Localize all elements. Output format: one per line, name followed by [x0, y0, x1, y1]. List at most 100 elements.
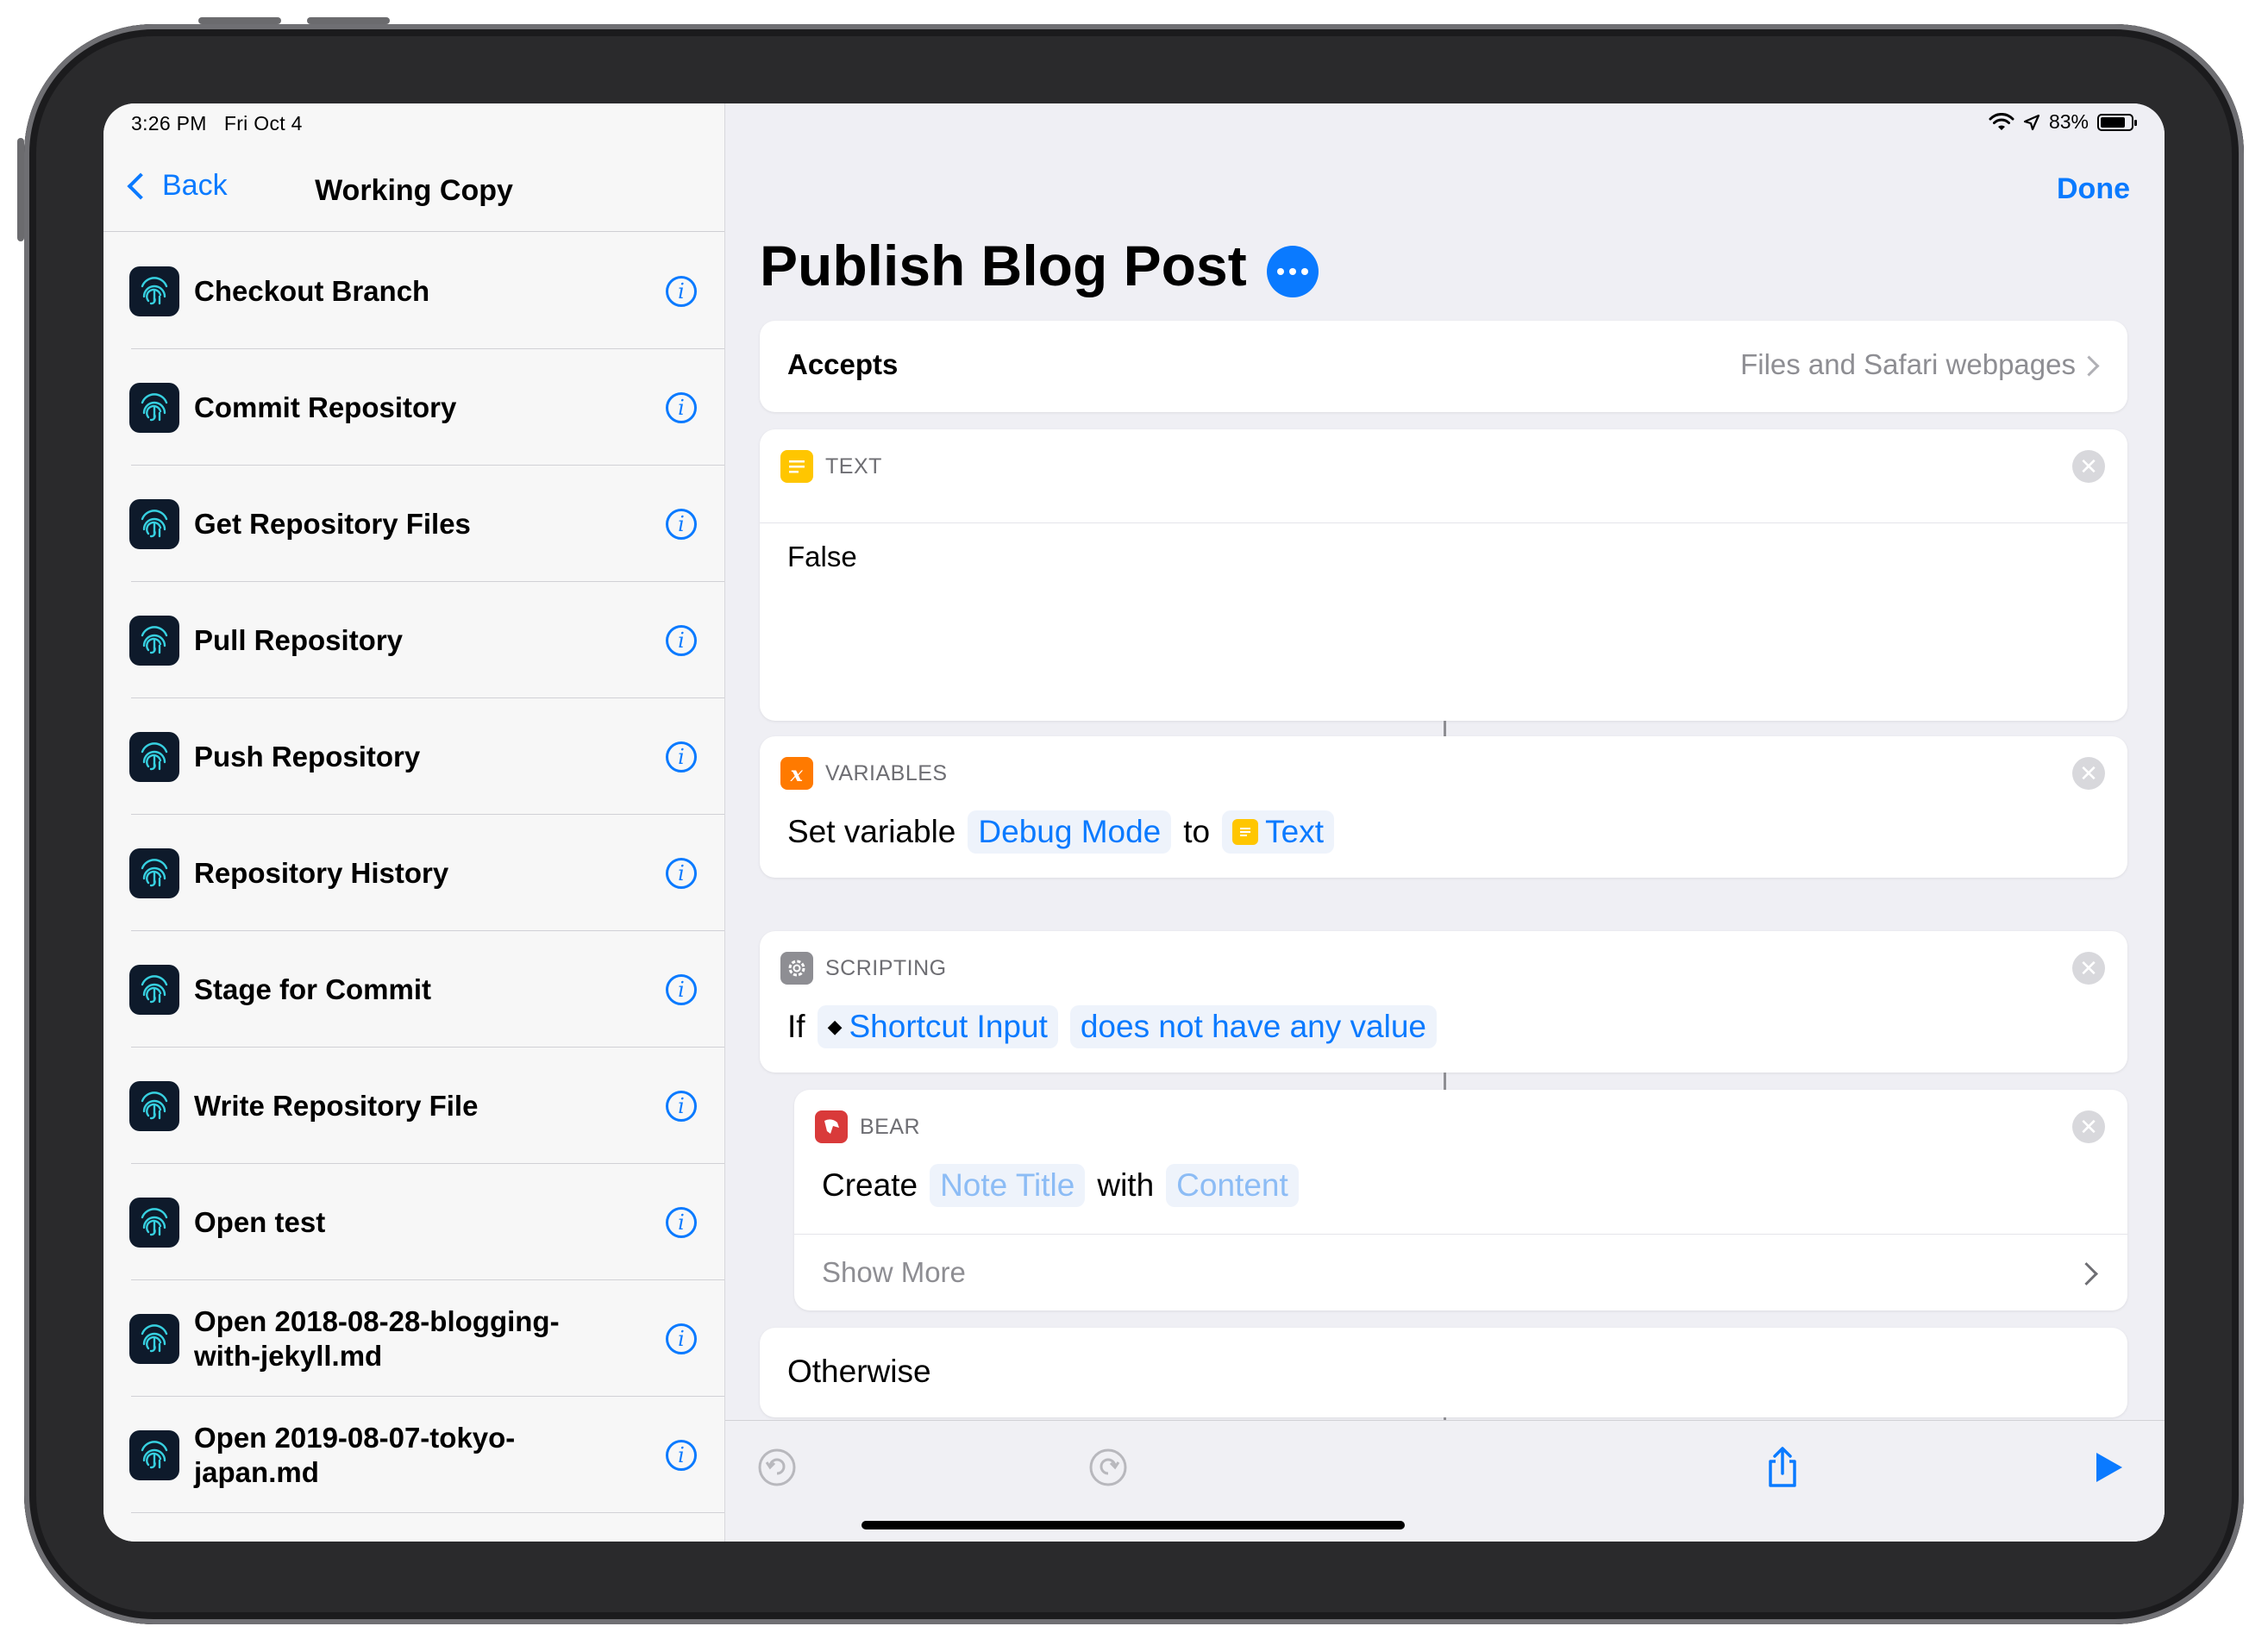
- text-category: TEXT: [825, 453, 882, 478]
- info-icon[interactable]: i: [666, 275, 697, 307]
- list-item-label: Stage for Commit: [194, 973, 432, 1005]
- list-item[interactable]: Push Repository i: [103, 698, 724, 815]
- list-item[interactable]: Write Repository File i: [103, 1048, 724, 1164]
- list-item-label: Pull Repository: [194, 623, 404, 656]
- more-options-button[interactable]: [1267, 246, 1319, 297]
- if-action-card[interactable]: SCRIPTING ✕ If ◆ Shortcut Input does not…: [760, 931, 2127, 1073]
- screen: 3:26 PM Fri Oct 4 Back Working Copy Chec…: [103, 103, 2165, 1542]
- variables-action-header: x VARIABLES: [780, 757, 948, 790]
- battery-icon: [2097, 113, 2137, 131]
- variables-action-card[interactable]: x VARIABLES ✕ Set variable Debug Mode to…: [760, 736, 2127, 878]
- undo-button[interactable]: [751, 1442, 803, 1493]
- location-icon: [2023, 114, 2040, 130]
- text-action-header: TEXT: [780, 450, 882, 483]
- info-icon[interactable]: i: [666, 1090, 697, 1122]
- flow-connector: [1444, 721, 1446, 736]
- list-item-label: Repository History: [194, 856, 449, 889]
- play-icon: [2096, 1453, 2122, 1482]
- text-icon: [1232, 819, 1259, 845]
- list-item[interactable]: Open 2019-08-07-tokyo-japan.md i: [103, 1397, 724, 1513]
- scripting-action-header: SCRIPTING: [780, 952, 947, 985]
- info-icon[interactable]: i: [666, 1439, 697, 1471]
- bear-action-card[interactable]: BEAR ✕ Create Note Title with Content Sh…: [794, 1090, 2127, 1310]
- list-item[interactable]: Get Repository Files i: [103, 466, 724, 582]
- create-verb: Create: [822, 1167, 918, 1203]
- list-item[interactable]: Checkout Branch i: [103, 233, 724, 349]
- accepts-label: Accepts: [787, 348, 899, 380]
- remove-if-action-button[interactable]: ✕: [2072, 952, 2105, 985]
- working-copy-fingerprint-icon: [129, 1313, 179, 1364]
- text-magic-variable-token[interactable]: Text: [1222, 810, 1334, 854]
- working-copy-fingerprint-icon: [129, 964, 179, 1015]
- list-item-label: Checkout Branch: [194, 274, 430, 307]
- list-item-label: Open 2018-08-28-blogging-with-jekyll.md: [194, 1304, 560, 1372]
- variable-x-icon: x: [780, 757, 813, 790]
- share-icon: [1769, 1447, 1796, 1487]
- otherwise-block[interactable]: Otherwise: [760, 1328, 2127, 1417]
- text-body-field[interactable]: False: [760, 522, 2127, 704]
- info-icon[interactable]: i: [666, 973, 697, 1005]
- working-copy-fingerprint-icon: [129, 1080, 179, 1131]
- done-button[interactable]: Done: [2057, 172, 2130, 206]
- list-item[interactable]: Stage for Commit i: [103, 931, 724, 1048]
- otherwise-label: Otherwise: [787, 1354, 931, 1389]
- variables-category: VARIABLES: [825, 760, 948, 785]
- info-icon[interactable]: i: [666, 741, 697, 772]
- editor-toolbar: [725, 1420, 2165, 1542]
- volume-up-button: [198, 17, 281, 24]
- list-item-label: Commit Repository: [194, 391, 457, 423]
- info-icon[interactable]: i: [666, 1323, 697, 1354]
- flow-connector: [1444, 1073, 1446, 1090]
- create-note-sentence: Create Note Title with Content: [822, 1164, 1299, 1207]
- note-title-field[interactable]: Note Title: [930, 1164, 1086, 1207]
- share-button[interactable]: [1757, 1442, 1808, 1493]
- list-item[interactable]: Repository History i: [103, 815, 724, 931]
- with-word: with: [1097, 1167, 1155, 1203]
- action-list: Checkout Branch i Commit Repository i Ge…: [103, 233, 724, 1513]
- info-icon[interactable]: i: [666, 1206, 697, 1238]
- set-variable-sentence: Set variable Debug Mode to Text: [787, 810, 1334, 854]
- shortcut-input-icon: ◆: [827, 1016, 843, 1037]
- to-word: to: [1183, 814, 1211, 849]
- chevron-right-icon: [2078, 355, 2100, 377]
- remove-bear-action-button[interactable]: ✕: [2072, 1110, 2105, 1143]
- bear-app-icon: [815, 1110, 848, 1143]
- list-item-label: Open 2019-08-07-tokyo-japan.md: [194, 1421, 516, 1488]
- info-icon[interactable]: i: [666, 624, 697, 656]
- show-more-label: Show More: [822, 1256, 966, 1288]
- text-action-card[interactable]: TEXT ✕ False: [760, 429, 2127, 721]
- info-icon[interactable]: i: [666, 508, 697, 540]
- list-item[interactable]: Open test i: [103, 1164, 724, 1280]
- working-copy-fingerprint-icon: [129, 498, 179, 549]
- set-variable-prefix: Set variable: [787, 814, 956, 849]
- if-keyword: If: [787, 1009, 805, 1044]
- sidebar-nav-bar: Back Working Copy: [103, 153, 724, 232]
- status-indicators: 83%: [1989, 110, 2137, 134]
- shortcut-input-token[interactable]: ◆ Shortcut Input: [817, 1005, 1058, 1048]
- accepts-card[interactable]: Accepts Files and Safari webpages: [760, 321, 2127, 412]
- list-item[interactable]: Commit Repository i: [103, 349, 724, 466]
- condition-token[interactable]: does not have any value: [1069, 1005, 1437, 1048]
- status-time: 3:26 PM Fri Oct 4: [131, 112, 303, 134]
- shortcut-editor: 83% Done Publish Blog Post Accepts Files…: [725, 103, 2165, 1542]
- remove-text-action-button[interactable]: ✕: [2072, 450, 2105, 483]
- run-button[interactable]: [2083, 1442, 2134, 1493]
- scripting-category: SCRIPTING: [825, 955, 947, 980]
- shortcut-title[interactable]: Publish Blog Post: [760, 233, 1247, 298]
- list-item[interactable]: Open 2018-08-28-blogging-with-jekyll.md …: [103, 1280, 724, 1397]
- working-copy-fingerprint-icon: [129, 731, 179, 782]
- power-button: [17, 138, 24, 241]
- show-more-button[interactable]: Show More: [794, 1234, 2127, 1310]
- sidebar-title: Working Copy: [315, 174, 513, 207]
- working-copy-fingerprint-icon: [129, 382, 179, 433]
- list-item[interactable]: Pull Repository i: [103, 582, 724, 698]
- sidebar: 3:26 PM Fri Oct 4 Back Working Copy Chec…: [103, 103, 725, 1542]
- content-field[interactable]: Content: [1166, 1164, 1299, 1207]
- variable-name-token[interactable]: Debug Mode: [968, 810, 1172, 854]
- list-item-label: Push Repository: [194, 740, 421, 772]
- accepts-value: Files and Safari webpages: [1740, 348, 2076, 380]
- info-icon[interactable]: i: [666, 857, 697, 889]
- redo-button[interactable]: [1082, 1442, 1134, 1493]
- remove-variables-action-button[interactable]: ✕: [2072, 757, 2105, 790]
- info-icon[interactable]: i: [666, 391, 697, 423]
